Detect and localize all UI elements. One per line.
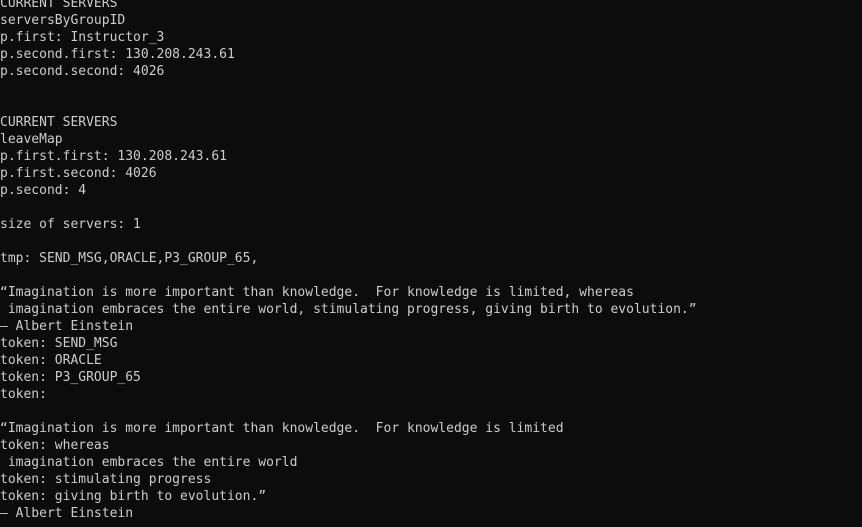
- console-line: imagination embraces the entire world: [0, 455, 298, 470]
- console-line: “Imagination is more important than know…: [0, 421, 564, 436]
- console-line: serversByGroupID: [0, 13, 126, 28]
- console-line: p.second.first: 130.208.243.61: [0, 47, 235, 62]
- console-line: token: whereas: [0, 438, 110, 453]
- console-line: p.first.second: 4026: [0, 166, 157, 181]
- console-line: p.first.first: 130.208.243.61: [0, 149, 227, 164]
- console-line: CURRENT SERVERS: [0, 115, 118, 130]
- console-line: p.first: Instructor_3: [0, 30, 165, 45]
- console-line: token:: [0, 387, 55, 402]
- console-line: token: SEND_MSG: [0, 336, 118, 351]
- console-line: token: giving birth to evolution.”: [0, 489, 267, 504]
- console-line: p.second: 4: [0, 183, 87, 198]
- console-line: tmp: SEND_MSG,ORACLE,P3_GROUP_65,: [0, 251, 259, 266]
- console-output[interactable]: CURRENT SERVERS serversByGroupID p.first…: [0, 0, 862, 527]
- console-line: token: ORACLE: [0, 353, 102, 368]
- console-line: token: stimulating progress: [0, 472, 212, 487]
- console-line: p.second.second: 4026: [0, 64, 165, 79]
- console-line: “Imagination is more important than know…: [0, 285, 634, 300]
- console-line: imagination embraces the entire world, s…: [0, 302, 697, 317]
- console-line: CURRENT SERVERS: [0, 0, 118, 11]
- console-line: token: P3_GROUP_65: [0, 370, 141, 385]
- console-line: — Albert Einstein: [0, 319, 134, 334]
- console-line: leaveMap: [0, 132, 63, 147]
- console-line: — Albert Einstein: [0, 506, 134, 521]
- console-line: size of servers: 1: [0, 217, 141, 232]
